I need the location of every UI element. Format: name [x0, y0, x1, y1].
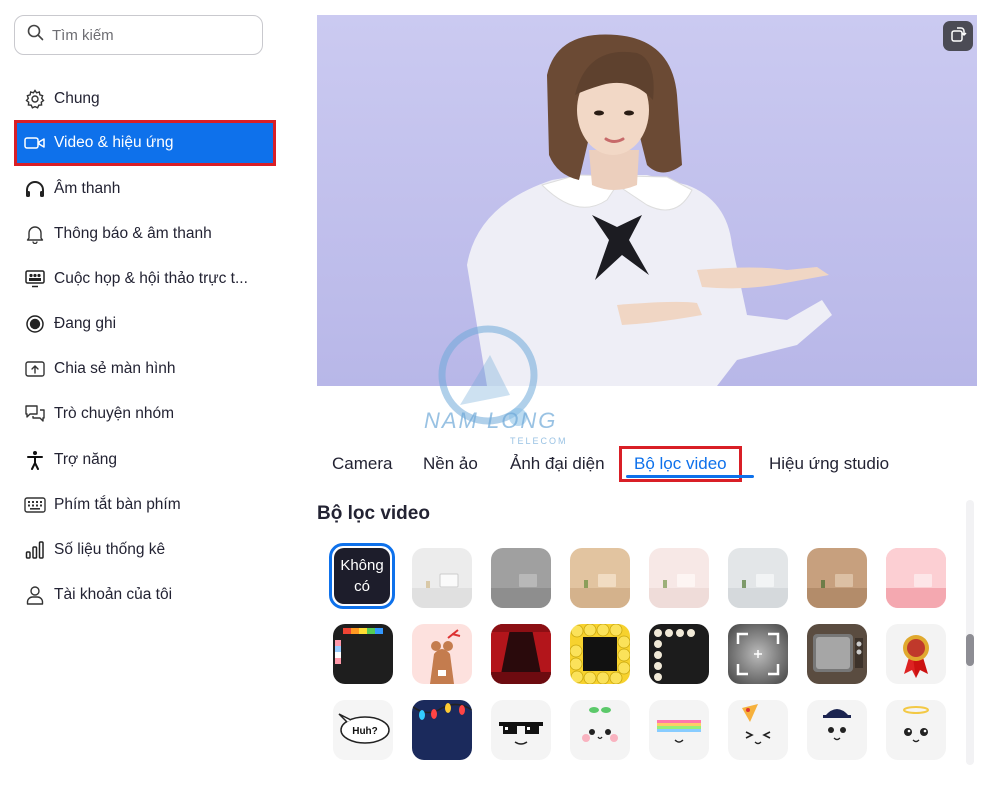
headphones-icon	[24, 178, 46, 200]
sidebar-item-label: Cuộc họp & hội thảo trực t...	[54, 270, 248, 287]
record-icon	[24, 313, 46, 335]
sidebar-item-audio[interactable]: Âm thanh	[14, 166, 276, 212]
sidebar-item-notifications[interactable]: Thông báo & âm thanh	[14, 211, 276, 257]
filter-film-strip[interactable]	[649, 624, 709, 684]
filter-light-room[interactable]	[728, 548, 788, 608]
sidebar-item-meetings[interactable]: Cuộc họp & hội thảo trực t...	[14, 256, 276, 302]
filter-rainbow-visor[interactable]	[649, 700, 709, 760]
camera-preview-image	[317, 15, 977, 386]
video-preview	[317, 15, 977, 386]
tab-studio-effects[interactable]: Hiệu ứng studio	[769, 446, 889, 482]
filter-pizza-face[interactable]	[728, 700, 788, 760]
sidebar-item-label: Trợ năng	[54, 451, 118, 468]
filter-none-label: Không có	[334, 548, 390, 604]
filter-reindeer[interactable]	[412, 624, 472, 684]
filter-tv-color-bars[interactable]	[333, 624, 393, 684]
filter-gray-room[interactable]	[491, 548, 551, 608]
sidebar-item-label: Thông báo & âm thanh	[54, 225, 212, 242]
share-screen-icon	[24, 358, 46, 380]
filter-halo-face[interactable]	[886, 700, 946, 760]
filter-theater-curtain[interactable]	[491, 624, 551, 684]
speech-bubble-text: Huh?	[352, 726, 378, 737]
sidebar-item-label: Chia sẻ màn hình	[54, 360, 176, 377]
sidebar-item-team-chat[interactable]: Trò chuyện nhóm	[14, 391, 276, 437]
sidebar: Chung Video & hiệu ứng Âm thanh Thông bá…	[0, 0, 290, 800]
keyboard-icon	[24, 494, 46, 516]
sidebar-item-keyboard-shortcuts[interactable]: Phím tắt bàn phím	[14, 482, 276, 528]
sidebar-item-label: Video & hiệu ứng	[54, 134, 174, 151]
account-icon	[24, 584, 46, 606]
sidebar-item-accessibility[interactable]: Trợ năng	[14, 437, 276, 483]
sidebar-item-share-screen[interactable]: Chia sẻ màn hình	[14, 346, 276, 392]
search-icon	[27, 24, 44, 46]
filter-rose-room[interactable]	[886, 548, 946, 608]
sidebar-item-label: Đang ghi	[54, 315, 117, 332]
sidebar-item-label: Phím tắt bàn phím	[54, 496, 181, 513]
statistics-icon	[24, 539, 46, 561]
gear-icon	[24, 88, 46, 110]
chat-icon	[24, 403, 46, 425]
filter-white-room[interactable]	[412, 548, 472, 608]
filters-scrollbar-thumb[interactable]	[966, 634, 974, 666]
filter-beige-room[interactable]	[570, 548, 630, 608]
sidebar-item-label: Tài khoản của tôi	[54, 586, 173, 603]
sidebar-item-statistics[interactable]: Số liệu thống kê	[14, 527, 276, 573]
sidebar-item-general[interactable]: Chung	[14, 76, 276, 122]
filter-cap-face[interactable]	[807, 700, 867, 760]
tab-virtual-background[interactable]: Nền ảo	[423, 446, 478, 482]
tab-camera[interactable]: Camera	[332, 446, 392, 482]
watermark-brand-text: NAM LONG	[424, 408, 558, 433]
bell-icon	[24, 223, 46, 245]
sidebar-item-my-account[interactable]: Tài khoản của tôi	[14, 572, 276, 618]
accessibility-icon	[24, 449, 46, 471]
active-tab-indicator	[626, 475, 754, 478]
rotate-camera-button[interactable]	[943, 21, 973, 51]
filter-emoji-frame[interactable]	[570, 624, 630, 684]
filter-rosette-badge[interactable]	[886, 624, 946, 684]
filter-speech-bubble[interactable]: Huh?	[333, 700, 393, 760]
settings-window: Chung Video & hiệu ứng Âm thanh Thông bá…	[0, 0, 1000, 800]
filter-sprout-face[interactable]	[570, 700, 630, 760]
filter-focus-frame[interactable]	[728, 624, 788, 684]
sidebar-item-label: Số liệu thống kê	[54, 541, 166, 558]
sidebar-item-label: Chung	[54, 90, 100, 107]
filter-retro-tv[interactable]	[807, 624, 867, 684]
watermark-sub-text: TELECOM	[510, 436, 568, 446]
sidebar-item-video-effects[interactable]: Video & hiệu ứng	[14, 120, 276, 166]
meeting-icon	[24, 268, 46, 290]
video-camera-icon	[24, 132, 46, 154]
search-box[interactable]	[14, 15, 263, 55]
filter-pixel-sunglasses[interactable]	[491, 700, 551, 760]
sidebar-item-label: Trò chuyện nhóm	[54, 405, 175, 422]
filter-brown-room[interactable]	[807, 548, 867, 608]
filters-scrollbar[interactable]	[966, 500, 974, 765]
section-title: Bộ lọc video	[317, 503, 430, 524]
sidebar-item-label: Âm thanh	[54, 180, 121, 197]
filter-christmas-lights[interactable]	[412, 700, 472, 760]
tab-avatar[interactable]: Ảnh đại diện	[510, 446, 605, 482]
filter-pink-room[interactable]	[649, 548, 709, 608]
rotate-icon	[949, 25, 967, 48]
search-input[interactable]	[52, 26, 252, 44]
filter-none[interactable]: Không có	[329, 543, 395, 609]
sidebar-item-recording[interactable]: Đang ghi	[14, 301, 276, 347]
